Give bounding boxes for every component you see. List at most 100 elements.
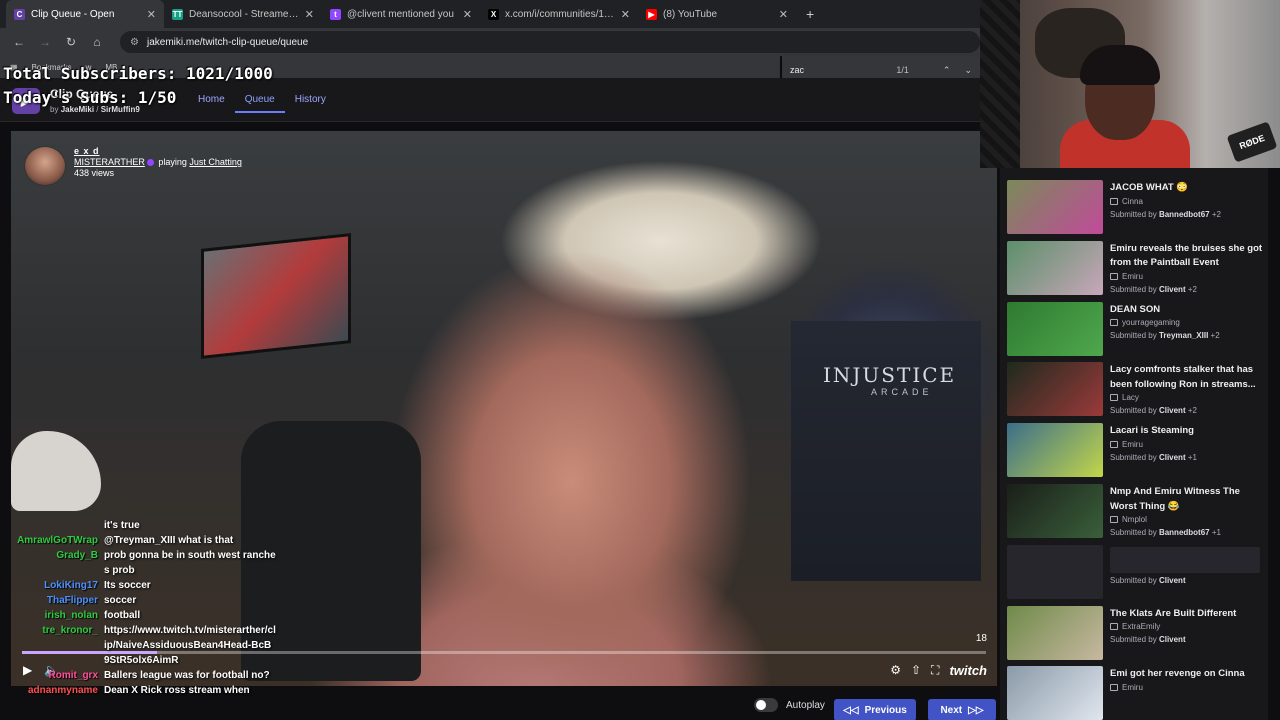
queue-title[interactable]: JACOB WHAT 😳 <box>1110 181 1264 196</box>
chat-username[interactable]: Grady_B <box>6 548 104 578</box>
chat-text: Dean X Rick ross stream when <box>104 685 250 696</box>
submitter-extra: +2 <box>1187 284 1197 294</box>
new-tab-button[interactable]: + <box>796 6 824 22</box>
chat-username[interactable]: Romit_grx <box>6 668 104 683</box>
channel-icon <box>1110 394 1118 402</box>
queue-thumbnail[interactable] <box>1007 362 1103 417</box>
autoplay-toggle[interactable] <box>754 698 778 712</box>
queue-title[interactable]: Emi got her revenge on Cinna <box>1110 667 1264 682</box>
chat-message: it's true <box>6 518 276 533</box>
find-prev-icon[interactable]: ⌃ <box>943 65 951 76</box>
twitch-logo[interactable]: twitch <box>949 663 987 678</box>
chat-text: https://www.twitch.tv/misterarther/clip/… <box>104 625 276 666</box>
chat-username[interactable]: AmrawlGoTWrap <box>6 533 104 548</box>
home-icon[interactable]: ⌂ <box>86 31 108 53</box>
chat-username[interactable]: LokiKing17 <box>6 578 104 593</box>
queue-item[interactable]: DEAN SON yourragegaming Submitted by Treym… <box>1007 301 1267 360</box>
find-next-icon[interactable]: ⌄ <box>964 65 972 76</box>
back-icon[interactable]: ← <box>8 31 30 53</box>
tab-favicon-icon: C <box>14 8 25 20</box>
browser-tab[interactable]: t @clivent mentioned you ✕ <box>322 0 480 28</box>
site-info-icon[interactable]: ⚙ <box>130 37 139 48</box>
submitter-extra: +2 <box>1210 331 1220 341</box>
tab-close-icon[interactable]: ✕ <box>147 8 156 21</box>
queue-item[interactable]: Lacy comfronts stalker that has been fol… <box>1007 362 1267 420</box>
share-icon[interactable]: ⇧ <box>911 663 921 677</box>
tab-title: Clip Queue - Open <box>31 8 115 20</box>
chat-username[interactable]: tre_kronor_ <box>6 623 104 668</box>
channel-name[interactable]: Emiru <box>1122 440 1143 449</box>
channel-name[interactable]: Emiru <box>1122 272 1143 281</box>
chat-username[interactable]: adnanmyname <box>6 683 104 698</box>
tab-close-icon[interactable]: ✕ <box>621 8 630 21</box>
submitter-extra: +2 <box>1187 406 1197 416</box>
nav-queue[interactable]: Queue <box>234 90 285 113</box>
queue-thumbnail[interactable] <box>1007 666 1103 720</box>
screen: C Clip Queue - Open ✕ TT Deansocool - Stream… <box>0 0 1280 720</box>
queue-item[interactable]: JACOB WHAT 😳 Cinna Submitted by Bannedbot6… <box>1007 180 1267 238</box>
broadcaster-avatar[interactable] <box>24 146 66 186</box>
queue-item[interactable]: The Klats Are Built Different ExtraEmily S… <box>1007 605 1267 664</box>
browser-tab[interactable]: C Clip Queue - Open ✕ <box>6 0 164 28</box>
forward-icon[interactable]: → <box>34 31 56 53</box>
queue-thumbnail[interactable] <box>1007 544 1103 599</box>
browser-tab[interactable]: ▶ (8) YouTube ✕ <box>638 0 796 28</box>
queue-item[interactable]: Submitted by Clivent <box>1007 544 1267 603</box>
browser-tab[interactable]: TT Deansocool - Streamer Overvie ✕ <box>164 0 322 28</box>
chat-username[interactable]: ThaFlipper <box>6 593 104 608</box>
channel-name[interactable]: ExtraEmily <box>1122 622 1160 631</box>
channel-name[interactable]: yourragegaming <box>1122 318 1180 327</box>
settings-icon[interactable]: ⚙ <box>890 663 901 677</box>
clip-title[interactable]: e x d <box>74 146 242 156</box>
queue-thumbnail[interactable] <box>1007 180 1103 234</box>
find-input[interactable]: zac <box>790 65 896 75</box>
queue-title[interactable]: Lacy comfronts stalker that has been fol… <box>1110 363 1264 392</box>
reload-icon[interactable]: ↻ <box>60 31 82 53</box>
tab-favicon-icon: TT <box>172 8 183 20</box>
queue-thumbnail[interactable] <box>1007 605 1103 660</box>
tab-close-icon[interactable]: ✕ <box>305 8 314 21</box>
channel-name[interactable]: Cinna <box>1122 197 1143 206</box>
tab-close-icon[interactable]: ✕ <box>463 8 472 21</box>
queue-thumbnail[interactable] <box>1007 423 1103 478</box>
queue-title[interactable]: The Klats Are Built Different <box>1110 607 1264 622</box>
queue-item[interactable]: Emiru reveals the bruises she got from t… <box>1007 240 1267 299</box>
next-button[interactable]: Next ▷▷ <box>928 699 996 720</box>
previous-button[interactable]: ◁◁ Previous <box>834 699 916 720</box>
submitted-prefix: Submitted by <box>1110 284 1157 294</box>
queue-title[interactable]: Nmp And Emiru Witness The Worst Thing 😂 <box>1110 485 1264 514</box>
queue-item[interactable]: Emi got her revenge on Cinna Emiru <box>1007 666 1267 720</box>
game-link[interactable]: Just Chatting <box>189 157 242 167</box>
chat-username[interactable]: irish_nolan <box>6 608 104 623</box>
tab-close-icon[interactable]: ✕ <box>779 8 788 21</box>
browser-tab[interactable]: Xx.com/i/communities/1838932 ✕ <box>480 0 638 28</box>
fullscreen-icon[interactable]: ⛶ <box>931 663 939 678</box>
queue-thumbnail[interactable] <box>1007 484 1103 538</box>
queue-thumbnail[interactable] <box>1007 240 1103 295</box>
queue-title[interactable]: DEAN SON <box>1110 303 1264 318</box>
queue-item[interactable]: Lacari is Steaming Emiru Submitted by Cliv… <box>1007 423 1267 481</box>
broadcaster-link[interactable]: MISTERARTHER <box>74 157 145 167</box>
queue-item[interactable]: Nmp And Emiru Witness The Worst Thing 😂 N… <box>1007 484 1267 542</box>
submitter-extra: +1 <box>1211 528 1221 537</box>
nav-history[interactable]: History <box>285 90 336 113</box>
cabinet-subtitle: ARCADE <box>871 387 933 397</box>
channel-name[interactable]: Nmplol <box>1122 515 1147 524</box>
queue-title[interactable]: Emiru reveals the bruises she got from t… <box>1110 242 1264 271</box>
submitter-name: Treyman_XIII <box>1158 331 1209 341</box>
submitter-name: Clivent <box>1158 635 1186 645</box>
queue-channel: Emiru <box>1110 439 1143 451</box>
submitted-prefix: Submitted by <box>1110 331 1157 341</box>
queue-thumbnail[interactable] <box>1007 301 1103 356</box>
queue-title[interactable]: Lacari is Steaming <box>1110 424 1264 439</box>
chat-username[interactable] <box>6 518 104 533</box>
channel-name[interactable]: Lacy <box>1122 393 1139 402</box>
nav-home[interactable]: Home <box>188 90 235 113</box>
address-bar[interactable]: ⚙ jakemiki.me/twitch-clip-queue/queue <box>120 31 980 53</box>
channel-name[interactable]: Emiru <box>1122 683 1143 692</box>
playing-label: playing <box>158 157 187 167</box>
tab-favicon-icon: ▶ <box>646 8 657 20</box>
sidebar-scrollbar[interactable] <box>1268 168 1280 720</box>
queue-submitted-by: Submitted by Treyman_XIII +2 <box>1110 330 1220 342</box>
main-nav: Home Queue History <box>188 90 336 113</box>
